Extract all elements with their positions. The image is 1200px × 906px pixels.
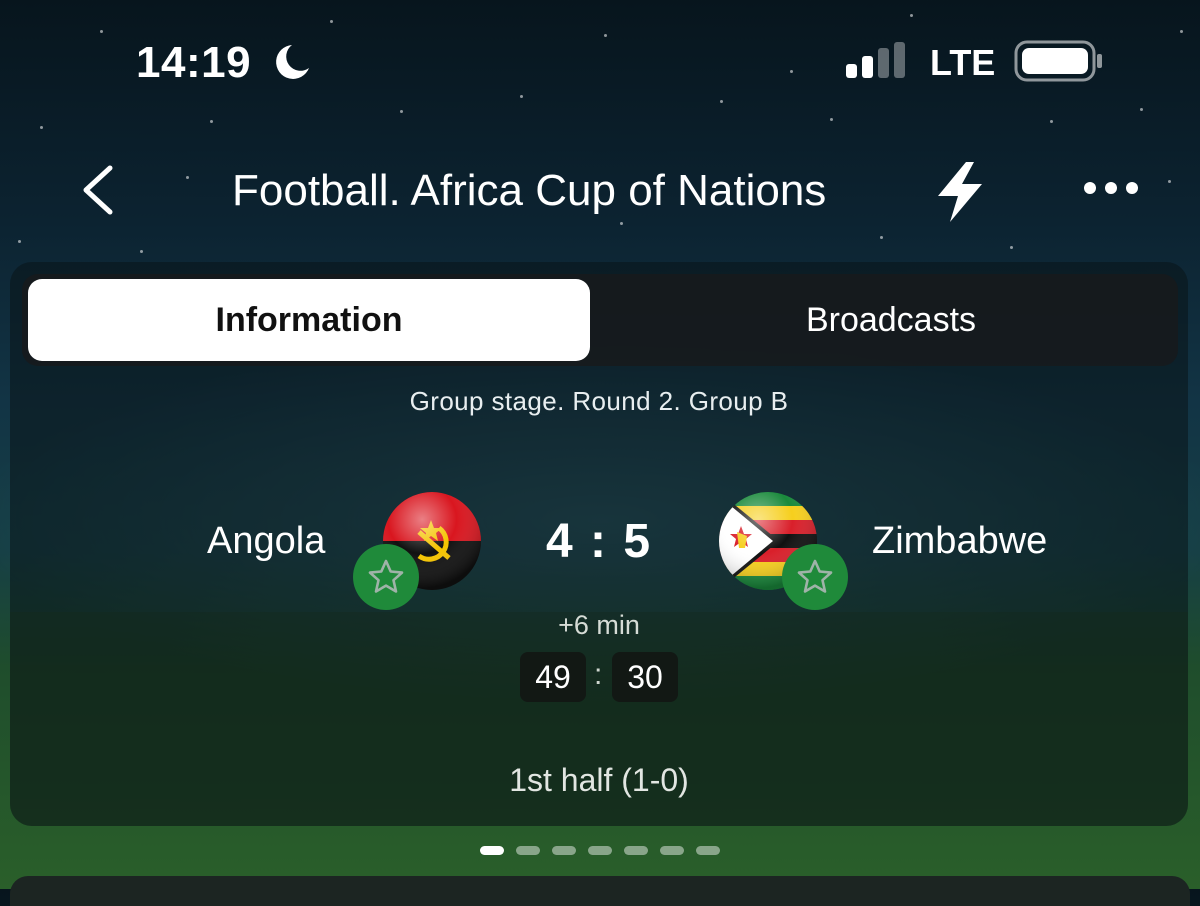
away-team-name[interactable]: Zimbabwe <box>872 520 1047 563</box>
match-card: Information Broadcasts Group stage. Roun… <box>10 262 1188 826</box>
more-horizontal-icon <box>1084 182 1138 194</box>
tab-information[interactable]: Information <box>28 279 590 361</box>
battery-icon <box>1014 40 1102 82</box>
clock-minutes: 49 <box>520 652 586 702</box>
status-time: 14:19 <box>136 38 252 87</box>
live-events-button[interactable] <box>930 160 990 224</box>
tab-switcher: Information Broadcasts <box>22 274 1178 366</box>
cellular-signal-icon <box>846 42 905 78</box>
page-dot[interactable] <box>624 846 648 855</box>
tab-broadcasts[interactable]: Broadcasts <box>610 279 1172 361</box>
lightning-bolt-icon <box>938 162 982 222</box>
page-dot[interactable] <box>696 846 720 855</box>
star-outline-icon <box>797 559 833 593</box>
match-period: 1st half (1-0) <box>509 762 689 798</box>
page-title: Football. Africa Cup of Nations <box>232 166 827 215</box>
more-options-button[interactable] <box>1080 170 1142 206</box>
back-button[interactable] <box>70 160 130 220</box>
match-clock: 49 : 30 <box>520 652 680 702</box>
clock-separator: : <box>594 658 603 691</box>
page-dot[interactable] <box>552 846 576 855</box>
match-stage: Group stage. Round 2. Group B <box>409 386 789 416</box>
page-dot[interactable] <box>660 846 684 855</box>
away-favorite-button[interactable] <box>782 544 848 610</box>
clock-seconds: 30 <box>612 652 678 702</box>
page-indicator[interactable] <box>480 846 720 855</box>
network-type: LTE <box>930 42 996 83</box>
bottom-sheet-edge <box>10 876 1190 906</box>
moon-icon <box>276 45 309 79</box>
added-time: +6 min <box>558 610 640 640</box>
chevron-left-icon <box>83 165 113 215</box>
page-dot[interactable] <box>588 846 612 855</box>
page-dot[interactable] <box>516 846 540 855</box>
page-dot[interactable] <box>480 846 504 855</box>
